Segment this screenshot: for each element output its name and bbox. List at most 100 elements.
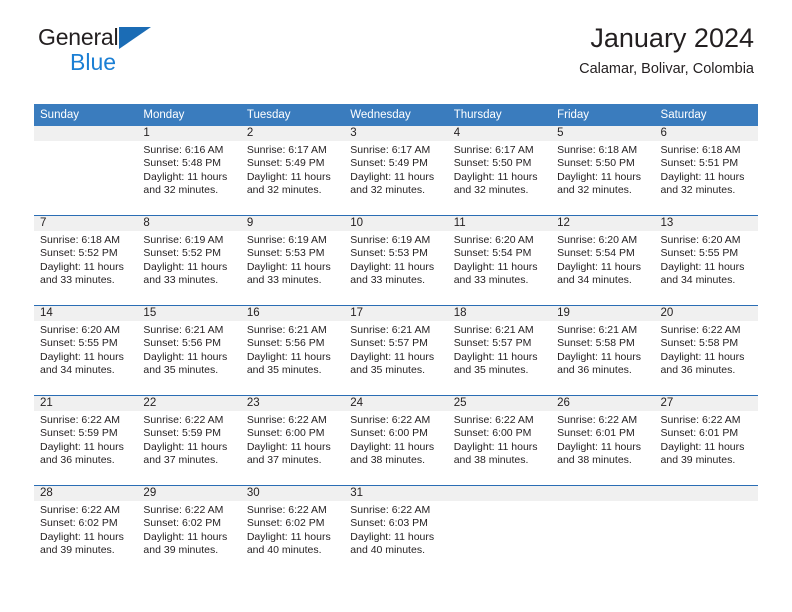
daylight-duration-line1: Daylight: 11 hours [557,440,641,453]
calendar-day-cell[interactable]: 5 Sunrise: 6:18 AM Sunset: 5:50 PM Daylight… [551,126,655,216]
daylight-duration-line2: and 33 minutes. [350,274,425,287]
day-number: 12 [551,216,655,231]
calendar-day-cell[interactable]: 1 Sunrise: 6:16 AM Sunset: 5:48 PM Daylight… [137,126,241,216]
calendar-day-cell[interactable]: 18 Sunrise: 6:21 AM Sunset: 5:57 PM Dayligh… [447,305,552,396]
calendar-day-cell[interactable]: 20 Sunrise: 6:22 AM Sunset: 5:58 PM Dayligh… [654,305,758,396]
calendar-day-cell[interactable]: 3 Sunrise: 6:17 AM Sunset: 5:49 PM Daylight… [344,126,448,216]
sunset-time: Sunset: 5:49 PM [246,157,325,170]
calendar-day-cell[interactable]: 7 Sunrise: 6:18 AM Sunset: 5:52 PM Daylight… [34,215,138,306]
calendar-day-cell[interactable]: 12 Sunrise: 6:20 AM Sunset: 5:54 PM Dayligh… [551,215,655,306]
calendar-day-cell[interactable]: 23 Sunrise: 6:22 AM Sunset: 6:00 PM Dayligh… [240,395,345,486]
daylight-duration-line2: and 33 minutes. [143,274,219,287]
daylight-duration-line1: Daylight: 11 hours [246,350,331,363]
daylight-duration-line2: and 34 minutes. [557,274,632,287]
day-details: Sunrise: 6:21 AM Sunset: 5:58 PM Daylight:… [551,321,654,378]
calendar-day-cell[interactable]: 2 Sunrise: 6:17 AM Sunset: 5:49 PM Daylight… [240,126,345,216]
calendar-day-cell[interactable]: 21 Sunrise: 6:22 AM Sunset: 5:59 PM Dayligh… [34,395,138,486]
daylight-duration-line1: Daylight: 11 hours [40,440,124,453]
day-details: Sunrise: 6:18 AM Sunset: 5:51 PM Daylight:… [655,141,758,198]
day-number: 28 [34,486,138,501]
daylight-duration-line2: and 35 minutes. [453,364,529,377]
calendar-day-cell[interactable]: 11 Sunrise: 6:20 AM Sunset: 5:54 PM Dayligh… [447,215,552,306]
sunset-time: Sunset: 6:02 PM [40,517,118,530]
sunrise-time: Sunrise: 6:22 AM [40,504,120,516]
day-number: 1 [137,126,241,141]
calendar-day-cell[interactable]: 22 Sunrise: 6:22 AM Sunset: 5:59 PM Dayligh… [137,395,241,486]
day-number: 25 [447,396,552,411]
daylight-duration-line1: Daylight: 11 hours [453,440,538,453]
logo-text-general: General [38,24,119,50]
calendar-week-row: 1 Sunrise: 6:16 AM Sunset: 5:48 PM Daylight… [34,126,758,216]
day-details: Sunrise: 6:21 AM Sunset: 5:56 PM Daylight:… [241,321,344,378]
sunset-time: Sunset: 6:02 PM [143,517,222,530]
sunrise-time: Sunrise: 6:22 AM [453,414,534,426]
sunset-time: Sunset: 5:51 PM [660,157,739,170]
sunrise-time: Sunrise: 6:17 AM [350,144,431,156]
calendar-day-cell[interactable]: 29 Sunrise: 6:22 AM Sunset: 6:02 PM Dayligh… [137,485,241,575]
calendar-day-cell[interactable]: 26 Sunrise: 6:22 AM Sunset: 6:01 PM Dayligh… [551,395,655,486]
sunset-time: Sunset: 5:55 PM [40,337,118,350]
day-number: 14 [34,306,138,321]
day-number [34,126,138,141]
sunrise-time: Sunrise: 6:17 AM [453,144,534,156]
day-details: Sunrise: 6:22 AM Sunset: 6:01 PM Daylight:… [655,411,758,468]
calendar-day-cell[interactable]: 8 Sunrise: 6:19 AM Sunset: 5:52 PM Daylight… [137,215,241,306]
logo-text-blue: Blue [70,49,117,75]
calendar-day-cell[interactable]: 19 Sunrise: 6:21 AM Sunset: 5:58 PM Dayligh… [551,305,655,396]
day-number: 31 [344,486,448,501]
day-details: Sunrise: 6:22 AM Sunset: 6:00 PM Daylight:… [448,411,551,468]
daylight-duration-line2: and 33 minutes. [246,274,322,287]
calendar-day-cell[interactable]: 15 Sunrise: 6:21 AM Sunset: 5:56 PM Dayligh… [137,305,241,396]
day-number: 3 [344,126,448,141]
daylight-duration-line1: Daylight: 11 hours [557,170,641,183]
sunset-time: Sunset: 5:58 PM [660,337,739,350]
calendar-day-cell[interactable]: 6 Sunrise: 6:18 AM Sunset: 5:51 PM Daylight… [654,126,758,216]
daylight-duration-line1: Daylight: 11 hours [40,260,124,273]
day-details: Sunrise: 6:16 AM Sunset: 5:48 PM Daylight:… [137,141,240,198]
day-details: Sunrise: 6:22 AM Sunset: 6:02 PM Daylight:… [137,501,240,558]
calendar-day-cell[interactable]: 31 Sunrise: 6:22 AM Sunset: 6:03 PM Dayligh… [344,485,448,575]
day-details: Sunrise: 6:20 AM Sunset: 5:54 PM Daylight:… [551,231,654,288]
calendar-day-cell[interactable]: 9 Sunrise: 6:19 AM Sunset: 5:53 PM Daylight… [240,215,345,306]
daylight-duration-line2: and 39 minutes. [660,454,736,467]
daylight-duration-line2: and 35 minutes. [143,364,219,377]
calendar-day-cell[interactable]: 17 Sunrise: 6:21 AM Sunset: 5:57 PM Dayligh… [344,305,448,396]
day-details: Sunrise: 6:18 AM Sunset: 5:52 PM Daylight:… [34,231,137,288]
calendar-day-cell[interactable]: 16 Sunrise: 6:21 AM Sunset: 5:56 PM Dayligh… [240,305,345,396]
calendar-day-cell[interactable]: 4 Sunrise: 6:17 AM Sunset: 5:50 PM Daylight… [447,126,552,216]
general-blue-logo[interactable]: General Blue [38,24,152,75]
calendar-day-cell[interactable]: 14 Sunrise: 6:20 AM Sunset: 5:55 PM Dayligh… [34,305,138,396]
daylight-duration-line2: and 34 minutes. [40,364,115,377]
sunset-time: Sunset: 5:48 PM [143,157,222,170]
calendar-week-row: 14 Sunrise: 6:20 AM Sunset: 5:55 PM Dayligh… [34,305,758,396]
weekday-header-friday: Friday [551,104,655,126]
weekday-header-wednesday: Wednesday [344,104,448,126]
sunset-time: Sunset: 5:54 PM [557,247,635,260]
daylight-duration-line1: Daylight: 11 hours [40,350,124,363]
day-number: 29 [137,486,241,501]
daylight-duration-line1: Daylight: 11 hours [453,170,538,183]
sunrise-time: Sunrise: 6:22 AM [660,324,741,336]
sunset-time: Sunset: 5:57 PM [350,337,428,350]
day-number: 16 [240,306,345,321]
sunrise-sunset-calendar-table: Sunday Monday Tuesday Wednesday Thursday… [34,104,758,575]
daylight-duration-line2: and 36 minutes. [660,364,736,377]
calendar-day-cell[interactable]: 27 Sunrise: 6:22 AM Sunset: 6:01 PM Dayligh… [654,395,758,486]
logo-top-row: General [38,24,152,50]
daylight-duration-line1: Daylight: 11 hours [350,350,435,363]
calendar-day-cell[interactable]: 24 Sunrise: 6:22 AM Sunset: 6:00 PM Dayligh… [344,395,448,486]
day-details: Sunrise: 6:19 AM Sunset: 5:52 PM Daylight:… [137,231,240,288]
day-number [447,486,552,501]
daylight-duration-line2: and 32 minutes. [143,184,219,197]
day-details: Sunrise: 6:22 AM Sunset: 5:59 PM Daylight:… [34,411,137,468]
daylight-duration-line2: and 32 minutes. [246,184,322,197]
calendar-day-cell[interactable]: 10 Sunrise: 6:19 AM Sunset: 5:53 PM Dayligh… [344,215,448,306]
calendar-day-cell[interactable]: 28 Sunrise: 6:22 AM Sunset: 6:02 PM Dayligh… [34,485,138,575]
calendar-day-cell[interactable]: 13 Sunrise: 6:20 AM Sunset: 5:55 PM Dayligh… [654,215,758,306]
daylight-duration-line2: and 39 minutes. [40,544,115,557]
calendar-day-cell[interactable]: 30 Sunrise: 6:22 AM Sunset: 6:02 PM Dayligh… [240,485,345,575]
calendar-day-cell[interactable]: 25 Sunrise: 6:22 AM Sunset: 6:00 PM Dayligh… [447,395,552,486]
daylight-duration-line2: and 32 minutes. [350,184,425,197]
sunrise-time: Sunrise: 6:19 AM [246,234,327,246]
daylight-duration-line1: Daylight: 11 hours [143,530,228,543]
